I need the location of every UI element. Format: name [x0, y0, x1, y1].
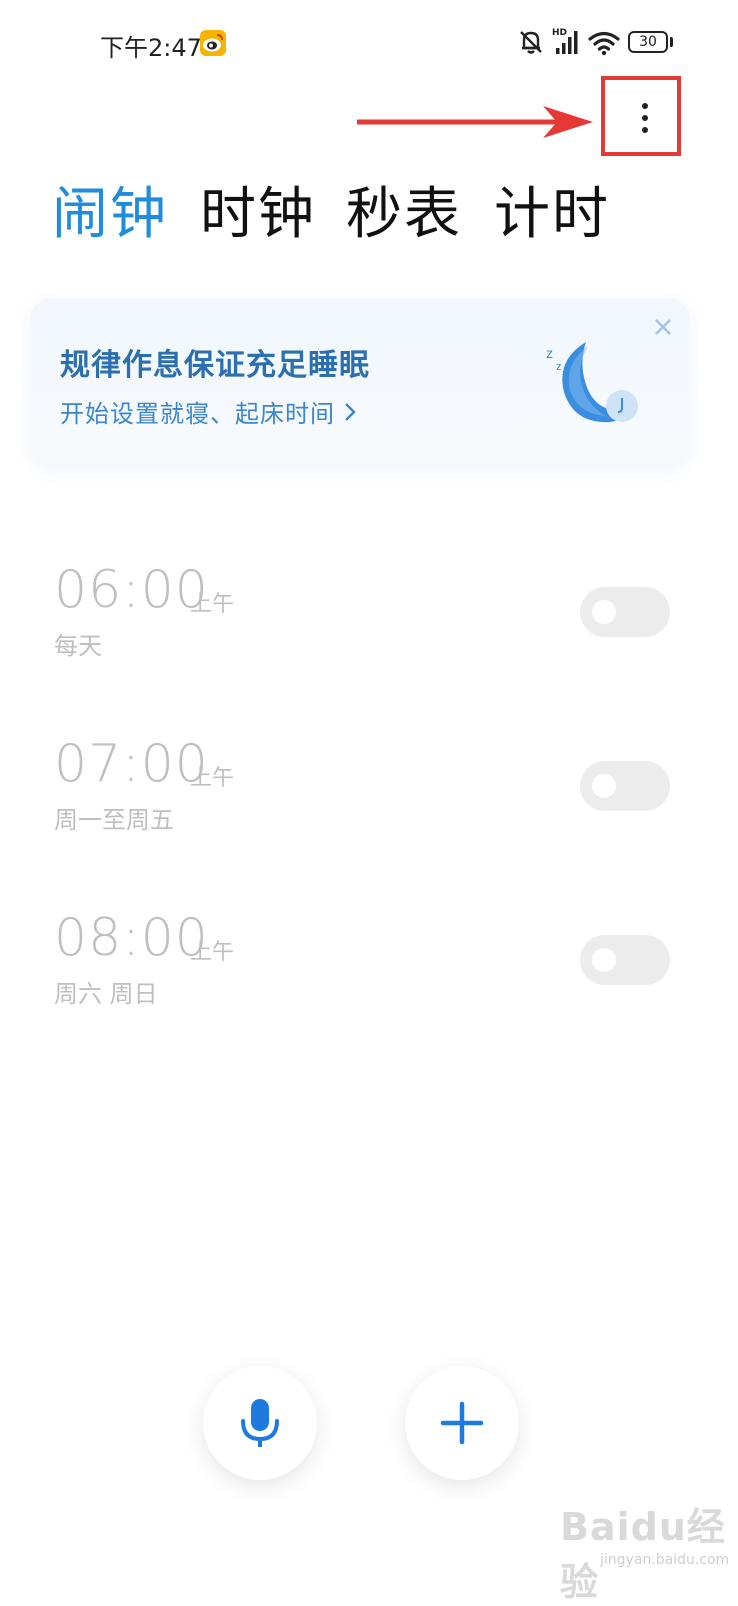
alarm-repeat: 每天 [54, 632, 102, 660]
more-vertical-icon-dot [642, 115, 648, 121]
battery-indicator: 30 [628, 31, 668, 53]
hd-label: HD [552, 28, 568, 38]
promo-link-label: 开始设置就寝、起床时间 [60, 400, 335, 428]
battery-tip [670, 37, 673, 47]
tab-clock[interactable]: 时钟 [200, 180, 316, 250]
mute-bell-icon [520, 31, 542, 54]
more-vertical-icon [642, 103, 648, 109]
alarm-ampm: 上午 [190, 766, 235, 791]
status-time: 下午2:47 [100, 34, 202, 62]
alarm-toggle[interactable] [580, 587, 670, 637]
wifi-icon [588, 31, 620, 56]
alarm-ampm: 上午 [190, 592, 235, 617]
weibo-icon [200, 30, 226, 56]
annotation-arrow [357, 106, 593, 138]
alarm-item[interactable]: 08:00 上午 周六 周日 [0, 908, 738, 1018]
alarm-time: 06:00 [54, 560, 209, 620]
microphone-icon [241, 1399, 279, 1447]
tab-stopwatch[interactable]: 秒表 [346, 180, 462, 250]
voice-alarm-button[interactable] [203, 1366, 317, 1480]
add-alarm-button[interactable] [405, 1366, 519, 1480]
svg-text:z: z [546, 345, 553, 361]
chevron-right-icon [345, 402, 356, 421]
svg-text:z: z [556, 361, 562, 373]
alarm-ampm: 上午 [190, 940, 235, 965]
alarm-time: 07:00 [54, 734, 209, 794]
tab-alarm[interactable]: 闹钟 [52, 180, 168, 250]
watermark-url: jingyan.baidu.com [600, 1552, 730, 1568]
alarm-repeat: 周一至周五 [54, 806, 174, 834]
alarm-item[interactable]: 07:00 上午 周一至周五 [0, 734, 738, 844]
promo-setup-link[interactable]: 开始设置就寝、起床时间 [60, 394, 357, 429]
plus-icon [440, 1401, 484, 1445]
more-vertical-icon-dot [642, 127, 648, 133]
alarm-toggle[interactable] [580, 761, 670, 811]
alarm-item[interactable]: 06:00 上午 每天 [0, 560, 738, 670]
watermark-logo: Baidu经验 [560, 1505, 726, 1604]
close-icon[interactable] [652, 316, 674, 338]
alarm-time: 08:00 [54, 908, 209, 968]
alarm-repeat: 周六 周日 [54, 980, 158, 1008]
promo-title: 规律作息保证充足睡眠 [60, 348, 370, 383]
tab-timer[interactable]: 计时 [494, 180, 610, 250]
toggle-knob [592, 774, 616, 798]
alarm-toggle[interactable] [580, 935, 670, 985]
more-options-button[interactable] [628, 96, 662, 140]
battery-level: 30 [639, 34, 657, 50]
toggle-knob [592, 948, 616, 972]
moon-sleep-icon: z z [546, 342, 638, 423]
toggle-knob [592, 600, 616, 624]
